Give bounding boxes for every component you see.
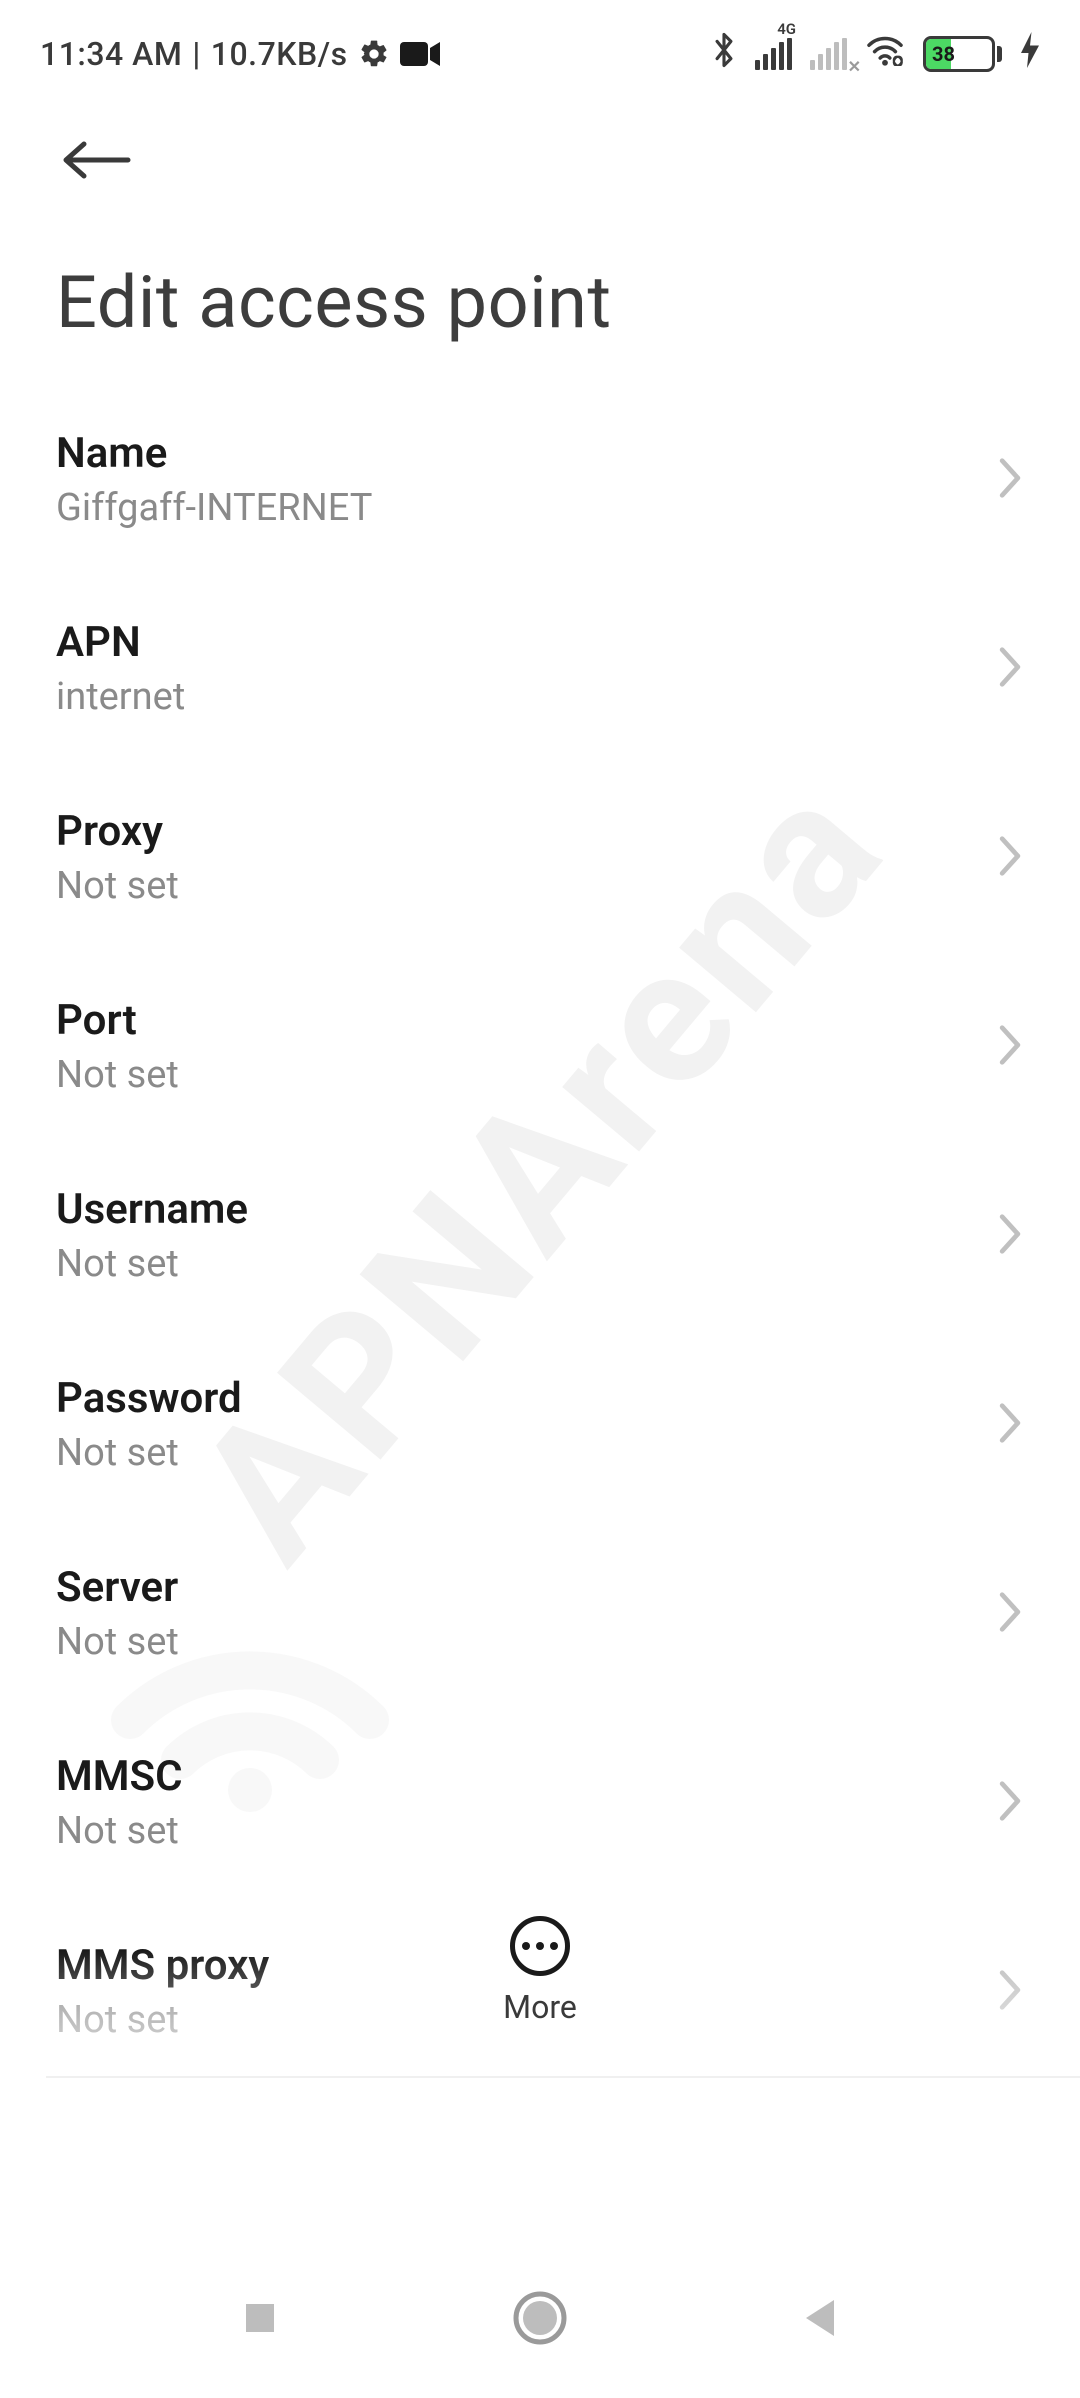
row-label: Password — [56, 1374, 242, 1423]
gear-icon — [358, 38, 390, 70]
row-label: Name — [56, 429, 372, 478]
network-type-label: 4G — [777, 20, 796, 38]
more-icon — [510, 1916, 570, 1976]
row-label: Username — [56, 1185, 248, 1234]
more-button[interactable]: More — [503, 1916, 577, 2026]
signal-sim2-icon: ✕ — [810, 38, 847, 70]
row-label: Proxy — [56, 807, 179, 856]
row-value: Not set — [56, 1053, 179, 1097]
row-label: Port — [56, 996, 179, 1045]
status-speed: 10.7KB/s — [211, 35, 348, 73]
row-name[interactable]: Name Giffgaff-INTERNET — [0, 385, 1080, 574]
chevron-right-icon — [996, 1401, 1024, 1449]
row-value: Not set — [56, 1431, 242, 1475]
header — [0, 90, 1080, 210]
chevron-right-icon — [996, 1023, 1024, 1071]
row-value: Giffgaff-INTERNET — [56, 486, 372, 530]
row-value: Not set — [56, 1242, 248, 1286]
settings-list: Name Giffgaff-INTERNET APN internet Prox… — [0, 375, 1080, 2096]
row-value: Not set — [56, 864, 179, 908]
row-mmsc[interactable]: MMSC Not set — [0, 1708, 1080, 1897]
signal-sim1-icon: 4G — [755, 38, 792, 70]
chevron-right-icon — [996, 456, 1024, 504]
charging-icon — [1020, 32, 1040, 76]
chevron-right-icon — [996, 645, 1024, 693]
nav-recent-button[interactable] — [220, 2278, 300, 2358]
row-password[interactable]: Password Not set — [0, 1330, 1080, 1519]
status-time: 11:34 AM — [40, 35, 182, 73]
bottom-divider — [46, 2076, 1080, 2078]
row-username[interactable]: Username Not set — [0, 1141, 1080, 1330]
wifi-icon — [865, 34, 905, 74]
video-camera-icon — [400, 40, 440, 68]
row-port[interactable]: Port Not set — [0, 952, 1080, 1141]
row-proxy[interactable]: Proxy Not set — [0, 763, 1080, 952]
chevron-right-icon — [996, 1590, 1024, 1638]
battery-percent: 38 — [932, 42, 955, 66]
chevron-right-icon — [996, 1212, 1024, 1260]
status-left: 11:34 AM | 10.7KB/s — [40, 35, 440, 73]
row-value: Not set — [56, 1809, 183, 1853]
row-value: internet — [56, 675, 185, 719]
status-bar: 11:34 AM | 10.7KB/s 4G ✕ 38 — [0, 0, 1080, 90]
navigation-bar — [0, 2238, 1080, 2398]
status-right: 4G ✕ 38 — [711, 31, 1040, 77]
row-label: Server — [56, 1563, 179, 1612]
back-button[interactable] — [56, 120, 136, 200]
bottom-action-bar: More — [0, 1916, 1080, 2056]
page-title: Edit access point — [0, 210, 1080, 375]
row-value: Not set — [56, 1620, 179, 1664]
chevron-right-icon — [996, 1779, 1024, 1827]
more-label: More — [503, 1988, 577, 2026]
chevron-right-icon — [996, 834, 1024, 882]
row-label: MMSC — [56, 1752, 183, 1801]
row-server[interactable]: Server Not set — [0, 1519, 1080, 1708]
nav-home-button[interactable] — [500, 2278, 580, 2358]
battery-icon: 38 — [923, 36, 1002, 72]
bluetooth-icon — [711, 31, 737, 77]
status-separator: | — [192, 35, 200, 73]
row-label: APN — [56, 618, 185, 667]
nav-back-button[interactable] — [780, 2278, 860, 2358]
row-apn[interactable]: APN internet — [0, 574, 1080, 763]
